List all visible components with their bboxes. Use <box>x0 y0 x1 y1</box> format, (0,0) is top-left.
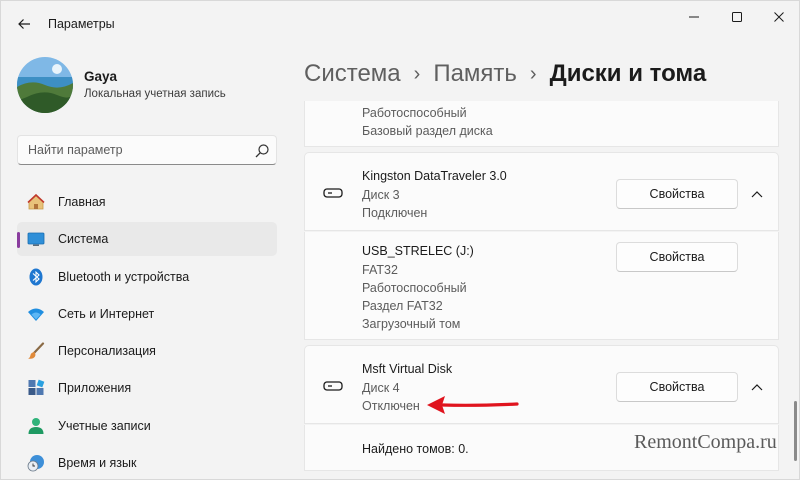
chevron-up-icon <box>751 191 763 198</box>
nav-item-network[interactable]: Сеть и Интернет <box>17 297 277 331</box>
nav-label: Bluetooth и устройства <box>58 269 190 284</box>
volume-name: USB_STRELEC (J:) <box>362 244 474 258</box>
minimize-button[interactable] <box>671 1 717 33</box>
breadcrumb-item-system[interactable]: Система <box>304 60 401 88</box>
properties-button[interactable]: Свойства <box>616 372 738 402</box>
avatar-image <box>17 57 73 113</box>
nav-label: Приложения <box>58 381 132 396</box>
system-icon <box>27 232 45 247</box>
disk-state: Отключен <box>362 399 420 413</box>
nav-item-accounts[interactable]: Учетные записи <box>17 409 277 443</box>
collapse-button[interactable] <box>745 375 769 399</box>
back-button[interactable] <box>11 11 37 37</box>
volume-status: Работоспособный <box>362 106 467 120</box>
nav-item-personalization[interactable]: Персонализация <box>17 334 277 368</box>
minimize-icon <box>689 16 699 18</box>
collapse-button[interactable] <box>745 182 769 206</box>
nav-item-apps[interactable]: Приложения <box>17 371 277 405</box>
title-bar: Параметры <box>1 1 800 45</box>
watermark: RemontCompa.ru <box>634 431 777 453</box>
disk-card-kingston: Kingston DataTraveler 3.0 Диск 3 Подключ… <box>304 152 779 231</box>
close-button[interactable] <box>757 1 800 33</box>
properties-button[interactable]: Свойства <box>616 242 738 272</box>
page-title: Диски и тома <box>549 60 707 87</box>
user-profile[interactable]: Gaya Локальная учетная запись <box>17 57 277 113</box>
nav-item-time-language[interactable]: Время и язык <box>17 446 277 480</box>
volumes-found-text: Найдено томов: 0. <box>362 442 469 456</box>
nav-item-bluetooth[interactable]: Bluetooth и устройства <box>17 260 277 294</box>
nav-label: Персонализация <box>58 344 156 359</box>
search-box[interactable] <box>17 135 277 165</box>
settings-window: Параметры Gaya Локальная учетная запись <box>0 0 800 480</box>
app-title: Параметры <box>48 17 115 31</box>
search-icon <box>255 144 269 158</box>
breadcrumb: Система › Память › Диски и тома <box>304 57 706 91</box>
disk-name: Kingston DataTraveler 3.0 <box>362 169 507 183</box>
breadcrumb-item-storage[interactable]: Память <box>433 60 517 88</box>
nav-menu: Главная Система Bluetooth и устройства С… <box>17 185 277 480</box>
nav-item-system[interactable]: Система <box>17 222 277 257</box>
avatar <box>17 57 73 113</box>
nav-label: Учетные записи <box>58 418 151 433</box>
nav-label: Система <box>58 232 109 247</box>
nav-label: Сеть и Интернет <box>58 306 155 321</box>
maximize-icon <box>732 12 742 22</box>
chevron-right-icon: › <box>413 62 421 85</box>
account-type: Локальная учетная запись <box>84 88 226 100</box>
volume-role: Загрузочный том <box>362 317 461 331</box>
disk-name: Msft Virtual Disk <box>362 362 453 376</box>
red-arrow-annotation <box>427 396 519 414</box>
volume-filesystem: FAT32 <box>362 263 398 277</box>
scrollbar[interactable] <box>794 401 797 461</box>
chevron-up-icon <box>751 384 763 391</box>
clock-globe-icon <box>27 455 44 472</box>
nav-label: Главная <box>58 195 106 209</box>
close-icon <box>774 12 784 22</box>
volume-type: Базовый раздел диска <box>362 124 493 138</box>
disk-number: Диск 3 <box>362 188 400 202</box>
properties-button[interactable]: Свойства <box>616 179 738 209</box>
selected-indicator <box>17 232 20 249</box>
nav-label: Время и язык <box>58 456 137 471</box>
maximize-button[interactable] <box>714 1 760 33</box>
volume-card-partial: Работоспособный Базовый раздел диска <box>304 101 779 147</box>
disk-state: Подключен <box>362 206 428 220</box>
nav-item-home[interactable]: Главная <box>17 185 277 219</box>
search-input[interactable] <box>18 136 243 164</box>
bluetooth-icon <box>29 268 43 286</box>
volume-card-usb-strelec: USB_STRELEC (J:) FAT32 Работоспособный Р… <box>304 232 779 340</box>
arrow-left-icon <box>18 19 30 29</box>
home-icon <box>27 193 45 210</box>
disk-card-msft-virtual: Msft Virtual Disk Диск 4 Отключен Свойст… <box>304 345 779 424</box>
chevron-right-icon: › <box>529 62 537 85</box>
brush-icon <box>28 342 45 359</box>
volume-status: Работоспособный <box>362 281 467 295</box>
drive-icon <box>323 381 343 391</box>
apps-icon <box>28 380 45 396</box>
drive-icon <box>323 188 343 198</box>
user-name: Gaya <box>84 69 118 84</box>
user-icon <box>28 417 44 434</box>
volume-type: Раздел FAT32 <box>362 299 443 313</box>
disks-volumes-list: Работоспособный Базовый раздел диска Kin… <box>304 101 779 480</box>
wifi-icon <box>28 308 44 321</box>
disk-number: Диск 4 <box>362 381 400 395</box>
